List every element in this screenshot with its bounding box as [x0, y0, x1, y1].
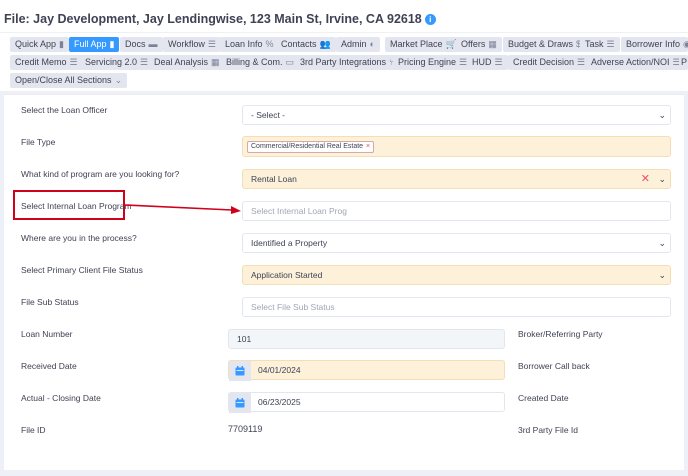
sub-status-input[interactable]: Select File Sub Status	[242, 297, 671, 317]
closing-date-label: Actual - Closing Date	[21, 393, 101, 403]
call-back-label: Borrower Call back	[518, 361, 590, 371]
closing-date-input[interactable]: 06/23/2025	[228, 392, 505, 413]
file-id-value: 7709119	[228, 424, 263, 434]
file-id-label: File ID	[21, 425, 46, 435]
process-label: Where are you in the process?	[21, 233, 137, 243]
received-date-input[interactable]: 04/01/2024	[228, 360, 505, 381]
client-status-label: Select Primary Client File Status	[21, 265, 143, 275]
broker-label: Broker/Referring Party	[518, 329, 603, 339]
sub-status-label: File Sub Status	[21, 297, 79, 307]
loan-number-input[interactable]: 101	[228, 329, 505, 349]
internal-program-input[interactable]: Select Internal Loan Prog	[242, 201, 671, 221]
calendar-icon[interactable]	[229, 393, 251, 413]
created-date-label: Created Date	[518, 393, 569, 403]
process-select[interactable]: Identified a Property ⌄	[242, 233, 671, 253]
client-status-select[interactable]: Application Started ⌄	[242, 265, 671, 285]
third-party-file-id-label: 3rd Party File Id	[518, 425, 578, 435]
calendar-icon[interactable]	[229, 361, 251, 381]
chevron-down-icon: ⌄	[658, 270, 666, 280]
loan-number-label: Loan Number	[21, 329, 73, 339]
chevron-down-icon: ⌄	[658, 238, 666, 248]
received-date-label: Received Date	[21, 361, 77, 371]
